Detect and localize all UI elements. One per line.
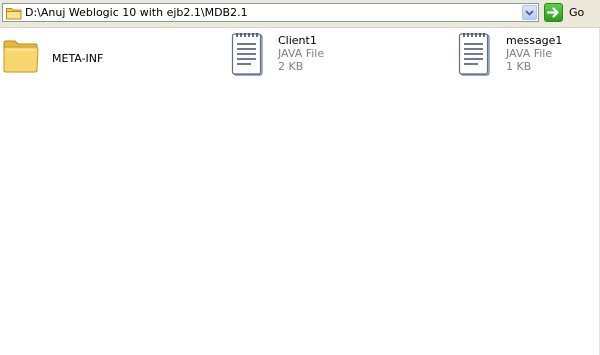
java-file-icon [231,30,265,81]
item-name: message1 [506,34,563,47]
explorer-window: D:\Anuj Weblogic 10 with ejb2.1\MDB2.1 G… [0,0,600,355]
item-size: 1 KB [506,60,532,73]
address-bar: D:\Anuj Weblogic 10 with ejb2.1\MDB2.1 G… [0,0,600,28]
address-field[interactable]: D:\Anuj Weblogic 10 with ejb2.1\MDB2.1 [2,3,539,22]
item-type: JAVA File [278,47,325,60]
item-type: JAVA File [506,47,553,60]
go-label: Go [569,6,585,19]
file-list: META-INF Client1 JAVA File 2 KB message1… [0,28,600,355]
address-path: D:\Anuj Weblogic 10 with ejb2.1\MDB2.1 [25,6,248,19]
item-size: 2 KB [278,60,304,73]
item-name: META-INF [52,52,104,65]
chevron-down-icon [525,10,534,16]
folder-icon [2,36,40,77]
address-dropdown-button[interactable] [522,5,537,20]
item-name: Client1 [278,34,317,47]
folder-icon [6,6,22,20]
list-item-message1[interactable]: message1 JAVA File 1 KB [458,30,598,82]
go-arrow-icon [544,3,563,22]
list-item-meta-inf[interactable]: META-INF [2,36,142,88]
java-file-icon [458,30,492,81]
go-button[interactable]: Go [544,3,598,23]
list-item-client1[interactable]: Client1 JAVA File 2 KB [231,30,391,82]
